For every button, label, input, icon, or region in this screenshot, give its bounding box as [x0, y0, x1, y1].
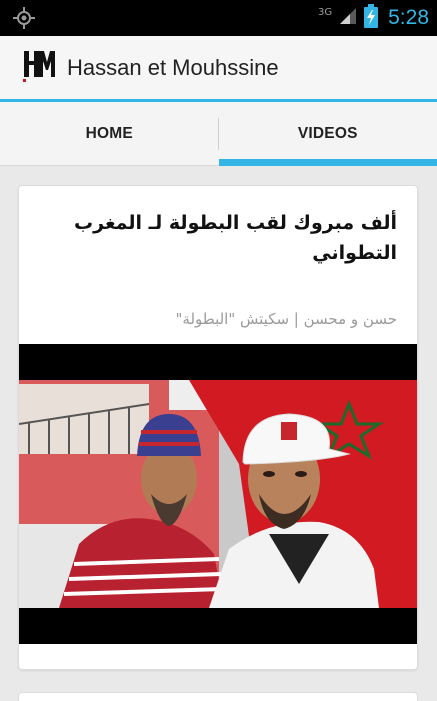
gps-icon	[12, 6, 36, 30]
battery-charging-icon	[364, 4, 379, 32]
tab-divider	[218, 118, 219, 150]
status-bar: 3G 5:28	[0, 0, 437, 36]
card-subtitle: حسن و محسن | سكيتش "البطولة"	[175, 310, 397, 328]
app-title: Hassan et Mouhssine	[67, 55, 279, 80]
tab-videos[interactable]: VIDEOS	[219, 102, 437, 165]
hm-logo-icon[interactable]	[22, 48, 56, 84]
card-title: ألف مبروك لقب البطولة لـ المغرب التطواني	[74, 212, 397, 264]
tab-home[interactable]: HOME	[0, 102, 219, 165]
tab-home-label: HOME	[85, 124, 133, 142]
action-bar: Hassan et Mouhssine	[0, 36, 437, 99]
tab-selected-indicator	[219, 159, 437, 166]
video-thumbnail[interactable]	[19, 344, 417, 644]
next-card[interactable]	[18, 692, 418, 701]
tab-videos-label: VIDEOS	[297, 124, 358, 142]
video-card[interactable]: ألف مبروك لقب البطولة لـ المغرب التطواني…	[18, 185, 418, 670]
network-type: 3G	[318, 6, 333, 18]
signal-icon	[338, 6, 358, 30]
clock: 5:28	[388, 6, 429, 29]
